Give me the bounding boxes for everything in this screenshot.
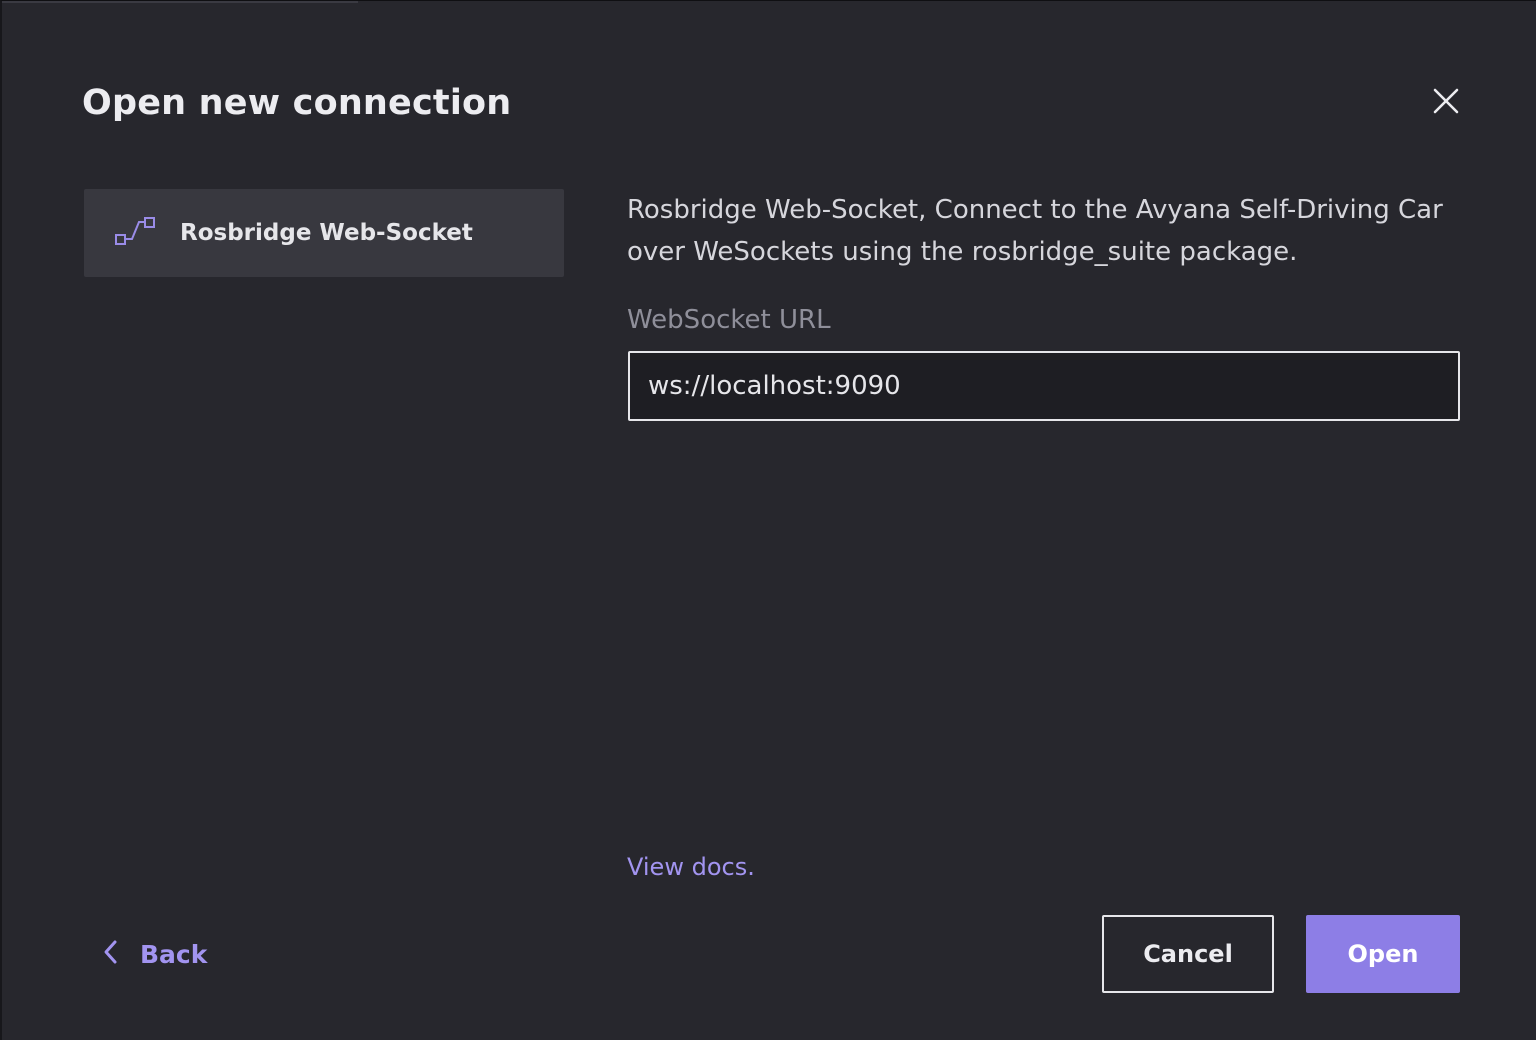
back-label: Back (140, 939, 208, 969)
connection-nodes-icon (114, 215, 158, 251)
view-docs-link[interactable]: View docs. (627, 853, 755, 881)
close-icon (1433, 88, 1459, 119)
close-button[interactable] (1424, 81, 1468, 125)
cancel-button[interactable]: Cancel (1102, 915, 1274, 993)
back-button[interactable]: Back (102, 929, 207, 979)
websocket-url-input[interactable] (628, 351, 1460, 421)
source-list: Rosbridge Web-Socket (84, 189, 564, 277)
websocket-url-label: WebSocket URL (627, 305, 831, 335)
open-connection-dialog: Open new connection Rosbridge Web-Socket… (0, 0, 1536, 1040)
dialog-title: Open new connection (82, 83, 512, 123)
source-description: Rosbridge Web-Socket, Connect to the Avy… (627, 195, 1443, 267)
chevron-left-icon (102, 939, 118, 970)
source-item-label: Rosbridge Web-Socket (180, 220, 473, 246)
top-edge-divider (2, 1, 358, 3)
source-item-rosbridge[interactable]: Rosbridge Web-Socket (84, 189, 564, 277)
open-button[interactable]: Open (1306, 915, 1460, 993)
